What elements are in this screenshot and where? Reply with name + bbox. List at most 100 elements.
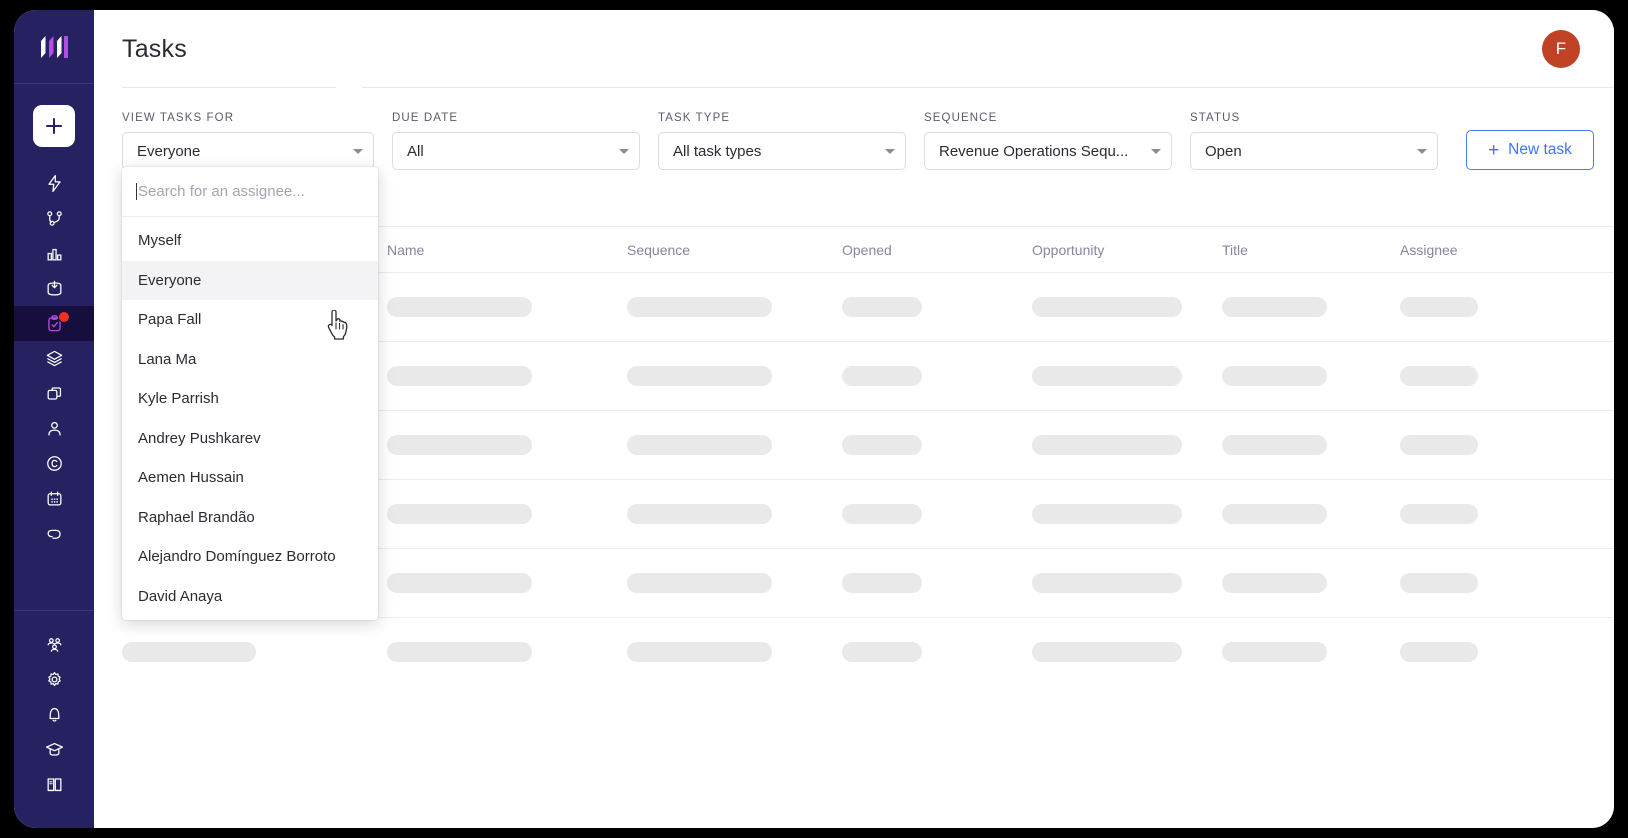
table-header-title[interactable]: Title [1222, 242, 1400, 258]
chevron-down-icon [353, 148, 363, 154]
assignee-search-field[interactable]: Search for an assignee... [122, 167, 378, 217]
filter-label-status: STATUS [1190, 112, 1241, 124]
table-cell [1222, 435, 1400, 455]
sidebar-item-settings[interactable] [14, 662, 94, 697]
topbar-divider [362, 87, 1614, 88]
assignee-dropdown: Search for an assignee... Myself Everyone… [122, 167, 378, 620]
assignee-option[interactable]: Papa Fall [122, 300, 378, 340]
table-cell [1400, 573, 1520, 593]
sidebar-item-calendar[interactable] [14, 481, 94, 516]
loading-placeholder [842, 297, 922, 317]
table-header-opportunity[interactable]: Opportunity [1032, 242, 1222, 258]
sidebar-item-automation[interactable] [14, 166, 94, 201]
table-cell [1222, 573, 1400, 593]
table-header-sequence[interactable]: Sequence [627, 242, 842, 258]
avatar[interactable]: F [1542, 30, 1580, 68]
table-cell [842, 435, 1032, 455]
plus-icon: + [1488, 139, 1500, 161]
sidebar-item-sequences[interactable] [14, 201, 94, 236]
filter-label-sequence: SEQUENCE [924, 112, 998, 124]
calendar-icon [47, 491, 61, 506]
tasks-notification-badge [58, 311, 70, 323]
table-row[interactable] [122, 617, 1614, 686]
person-icon [47, 421, 61, 436]
copy-icon [47, 387, 61, 400]
chevron-down-icon [619, 148, 629, 154]
circle-c-icon [46, 456, 62, 471]
table-cell [1032, 366, 1222, 386]
table-cell [842, 642, 1032, 662]
new-task-button[interactable]: + New task [1466, 130, 1594, 170]
table-cell [387, 504, 627, 524]
sequence-select[interactable]: Revenue Operations Sequ... [924, 132, 1172, 170]
topbar: Tasks F [94, 10, 1614, 88]
due-date-select[interactable]: All [392, 132, 640, 170]
table-cell [1032, 642, 1222, 662]
table-cell [627, 297, 842, 317]
loading-placeholder [1032, 642, 1182, 662]
loading-placeholder [1222, 297, 1327, 317]
chevron-down-icon [1417, 148, 1427, 154]
assignee-option[interactable]: Alejandro Domínguez Borroto [122, 537, 378, 577]
table-cell [1400, 366, 1520, 386]
table-cell [387, 366, 627, 386]
table-cell [842, 504, 1032, 524]
task-type-select-value: All task types [673, 142, 762, 160]
sidebar-item-notifications[interactable] [14, 697, 94, 732]
sidebar-divider [14, 610, 94, 611]
table-cell [842, 366, 1032, 386]
filter-task-type: TASK TYPE All task types [658, 112, 906, 170]
status-select[interactable]: Open [1190, 132, 1438, 170]
sidebar-item-docs[interactable] [14, 767, 94, 802]
assignee-option[interactable]: Everyone [122, 260, 378, 300]
table-header-assignee[interactable]: Assignee [1400, 242, 1520, 258]
loading-placeholder [1222, 435, 1327, 455]
table-cell [1032, 573, 1222, 593]
logo-zone [14, 10, 94, 84]
sidebar-item-duplicate[interactable] [14, 376, 94, 411]
link-icon [47, 529, 61, 539]
task-type-select[interactable]: All task types [658, 132, 906, 170]
sidebar-item-accounts[interactable] [14, 446, 94, 481]
table-cell [387, 642, 627, 662]
table-cell [122, 642, 387, 662]
layers-icon [46, 350, 62, 367]
table-cell [1222, 366, 1400, 386]
table-cell [387, 573, 627, 593]
graduation-cap-icon [45, 742, 63, 756]
sidebar-item-reports[interactable] [14, 236, 94, 271]
assignee-select[interactable]: Everyone [122, 132, 374, 170]
loading-placeholder [627, 366, 772, 386]
table-cell [842, 297, 1032, 317]
assignee-option[interactable]: Aemen Hussain [122, 458, 378, 498]
sidebar-item-links[interactable] [14, 516, 94, 551]
assignee-option[interactable]: Andrey Pushkarev [122, 419, 378, 459]
loading-placeholder [1400, 435, 1478, 455]
chevron-down-icon [885, 148, 895, 154]
assignee-option[interactable]: David Anaya [122, 577, 378, 617]
add-button[interactable] [33, 105, 75, 147]
sidebar-item-stack[interactable] [14, 341, 94, 376]
table-cell [387, 435, 627, 455]
sidebar-item-inbox[interactable] [14, 271, 94, 306]
assignee-option[interactable]: Raphael Brandão [122, 498, 378, 538]
sidebar-item-prospects[interactable] [14, 411, 94, 446]
table-header-opened[interactable]: Opened [842, 242, 1032, 258]
filter-view-tasks-for: VIEW TASKS FOR Everyone [122, 112, 374, 170]
loading-placeholder [1400, 297, 1478, 317]
loading-placeholder [387, 366, 532, 386]
outreach-logo[interactable] [39, 34, 69, 60]
table-cell [1032, 504, 1222, 524]
sidebar-item-academy[interactable] [14, 732, 94, 767]
filter-bar: VIEW TASKS FOR Everyone DUE DATE All TAS… [94, 88, 1614, 170]
loading-placeholder [1032, 366, 1182, 386]
assignee-option[interactable]: Myself [122, 221, 378, 261]
assignee-option[interactable]: Lana Ma [122, 340, 378, 380]
loading-placeholder [842, 642, 922, 662]
assignee-option[interactable]: Kyle Parrish [122, 379, 378, 419]
table-cell [627, 642, 842, 662]
sidebar-item-tasks[interactable] [14, 306, 94, 341]
filter-label-task-type: TASK TYPE [658, 112, 731, 124]
sidebar-item-team[interactable] [14, 627, 94, 662]
table-header-name[interactable]: Name [387, 242, 627, 258]
